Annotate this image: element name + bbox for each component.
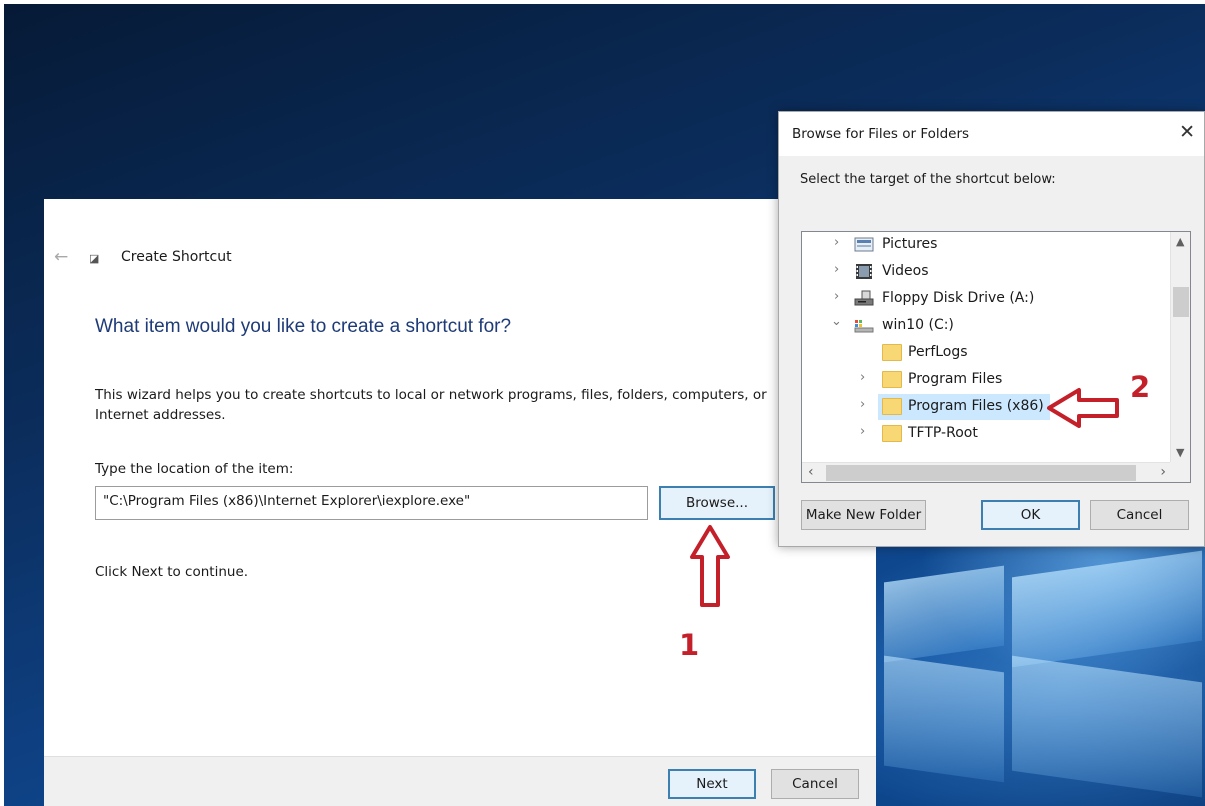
folder-icon — [882, 425, 902, 442]
create-shortcut-wizard: ← ◪ Create Shortcut What item would you … — [44, 199, 876, 806]
back-arrow-icon[interactable]: ← — [54, 247, 68, 267]
annotation-step-2: 2 — [1130, 370, 1151, 404]
continue-instruction: Click Next to continue. — [95, 564, 249, 580]
chevron-right-icon[interactable]: › — [834, 289, 839, 304]
annotation-step-1: 1 — [679, 628, 700, 662]
annotation-arrow-left-icon — [1047, 388, 1119, 428]
tree-item-label: Videos — [882, 263, 929, 279]
hard-drive-icon — [854, 320, 874, 333]
tree-item-win10-drive[interactable]: ⌄ win10 (C:) — [802, 313, 1172, 339]
tree-item-floppy-drive[interactable]: › Floppy Disk Drive (A:) — [802, 286, 1172, 312]
tree-item-label: win10 (C:) — [882, 317, 954, 333]
tree-item-pictures[interactable]: › Pictures — [802, 232, 1172, 258]
tree-item-label: TFTP-Root — [908, 425, 978, 441]
tree-item-videos[interactable]: › Videos — [802, 259, 1172, 285]
chevron-right-icon[interactable]: › — [834, 235, 839, 250]
folder-icon — [882, 344, 902, 361]
location-label: Type the location of the item: — [95, 461, 294, 477]
wizard-description: This wizard helps you to create shortcut… — [95, 387, 767, 423]
chevron-right-icon[interactable]: › — [860, 397, 865, 412]
tree-item-label: Pictures — [882, 236, 938, 252]
chevron-right-icon[interactable]: › — [860, 424, 865, 439]
tree-item-perflogs[interactable]: PerfLogs — [802, 340, 1172, 366]
close-icon[interactable]: ✕ — [1179, 121, 1195, 143]
wizard-title: Create Shortcut — [121, 249, 232, 265]
tree-item-label: PerfLogs — [908, 344, 968, 360]
pictures-icon — [854, 237, 874, 252]
wallpaper-light-pane — [884, 565, 1004, 663]
chevron-down-icon[interactable]: ⌄ — [831, 314, 842, 329]
scroll-thumb[interactable] — [826, 465, 1136, 481]
folder-icon — [882, 371, 902, 388]
wizard-header: ← ◪ Create Shortcut — [44, 247, 444, 271]
videos-icon — [856, 264, 872, 279]
vertical-scrollbar[interactable]: ▲ ▼ — [1170, 232, 1190, 463]
scroll-left-icon[interactable]: ‹ — [808, 464, 814, 480]
wizard-footer: Next Cancel — [44, 756, 876, 806]
tree-item-label: Floppy Disk Drive (A:) — [882, 290, 1035, 306]
scrollbar-corner — [1170, 462, 1190, 482]
folder-icon — [882, 398, 902, 415]
wallpaper-light-pane — [1012, 550, 1202, 668]
scroll-thumb[interactable] — [1173, 287, 1189, 317]
cancel-button[interactable]: Cancel — [771, 769, 859, 799]
wizard-heading: What item would you like to create a sho… — [95, 316, 512, 337]
browse-prompt: Select the target of the shortcut below: — [800, 172, 1056, 187]
scroll-right-icon[interactable]: › — [1160, 464, 1166, 480]
make-new-folder-button[interactable]: Make New Folder — [801, 500, 926, 530]
tree-item-label: Program Files — [908, 371, 1003, 387]
browse-cancel-button[interactable]: Cancel — [1090, 500, 1189, 530]
shortcut-icon: ◪ — [89, 252, 100, 265]
chevron-right-icon[interactable]: › — [834, 262, 839, 277]
folder-tree[interactable]: › Pictures › Videos › Floppy Disk Drive … — [801, 231, 1191, 483]
location-input[interactable]: "C:\Program Files (x86)\Internet Explore… — [95, 486, 648, 520]
ok-button[interactable]: OK — [981, 500, 1080, 530]
browse-dialog-titlebar: Browse for Files or Folders ✕ — [779, 112, 1204, 156]
scroll-down-icon[interactable]: ▼ — [1176, 446, 1184, 459]
browse-dialog: Browse for Files or Folders ✕ Select the… — [778, 111, 1205, 547]
scroll-up-icon[interactable]: ▲ — [1176, 235, 1184, 248]
browse-dialog-title: Browse for Files or Folders — [792, 126, 970, 142]
annotation-arrow-up-icon — [690, 525, 730, 607]
tree-item-label: Program Files (x86) — [908, 398, 1044, 414]
next-button[interactable]: Next — [668, 769, 756, 799]
wallpaper-light-pane — [1012, 655, 1202, 798]
chevron-right-icon[interactable]: › — [860, 370, 865, 385]
floppy-drive-icon — [854, 290, 874, 306]
wallpaper-light-pane — [884, 655, 1004, 783]
browse-button[interactable]: Browse... — [659, 486, 775, 520]
horizontal-scrollbar[interactable]: ‹ › — [802, 462, 1172, 482]
